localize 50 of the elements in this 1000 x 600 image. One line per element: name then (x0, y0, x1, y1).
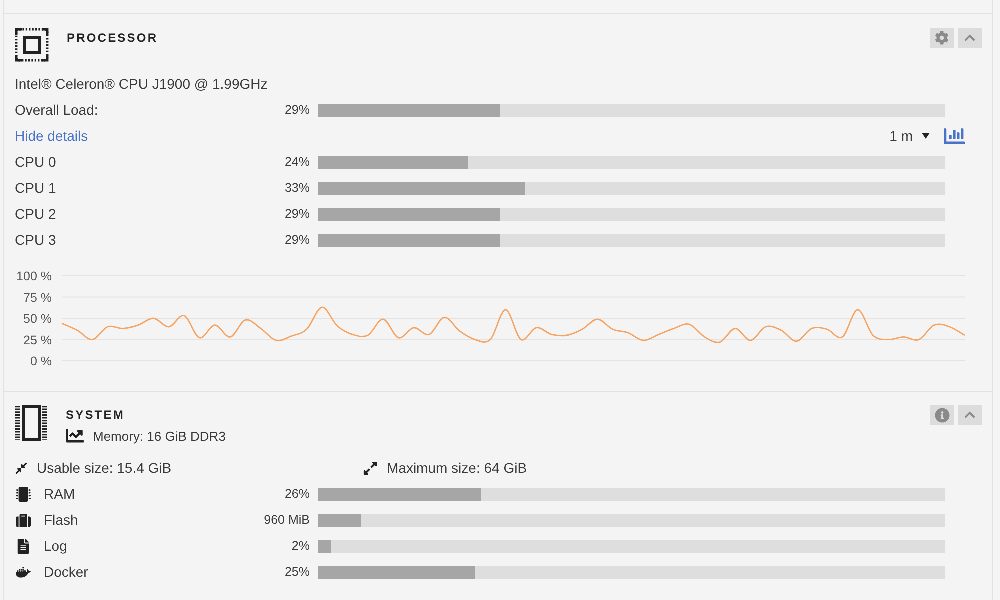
usage-reading: 960 MiB (263, 513, 310, 527)
whale-icon (16, 564, 30, 580)
settings-icon (935, 31, 949, 45)
collapse-button[interactable] (958, 405, 982, 425)
caret-down-icon (922, 133, 930, 139)
usage-reading: 2% (290, 539, 310, 553)
chevron-up-icon (964, 409, 976, 421)
usage-reading: 26% (284, 487, 310, 501)
y-axis-label: 50 % (24, 312, 52, 326)
y-axis-label: 25 % (24, 333, 52, 348)
memory-module-icon (15, 405, 48, 441)
memory-info: Memory: 16 GiB DDR3 (93, 428, 226, 444)
line-chart-icon (66, 427, 84, 445)
usage-reading: 29% (284, 233, 310, 247)
cpu-label: CPU 3 (15, 232, 58, 248)
y-axis-label: 0 % (30, 354, 52, 368)
usage-reading: 24% (284, 155, 310, 169)
usage-reading: 29% (284, 103, 310, 117)
cpu-label: CPU 2 (15, 206, 58, 222)
cpu-label: CPU 1 (15, 180, 58, 196)
storage-label: Log (44, 538, 68, 554)
usage-reading: 33% (284, 181, 310, 195)
storage-label: RAM (44, 486, 76, 502)
interval-select[interactable]: 1 m (890, 128, 930, 144)
storage-label: Flash (44, 512, 78, 528)
maximum-size: Maximum size: 64 GiB (387, 460, 528, 476)
panel-title: PROCESSOR (67, 30, 158, 46)
suitcase-icon (16, 512, 30, 528)
info-button[interactable] (930, 405, 954, 425)
expand-arrows-icon (363, 460, 378, 476)
usage-reading: 29% (284, 207, 310, 221)
collapse-button[interactable] (958, 28, 982, 48)
usable-size: Usable size: 15.4 GiB (37, 460, 172, 476)
chip-icon (16, 486, 30, 502)
document-icon (16, 538, 30, 554)
compress-arrows-icon (15, 462, 28, 474)
processor-icon (15, 28, 49, 62)
chevron-up-icon (964, 32, 976, 44)
y-axis-label: 100 % (16, 270, 52, 284)
storage-label: Docker (44, 564, 88, 580)
processor-model: Intel® Celeron® CPU J1900 @ 1.99GHz (15, 76, 268, 92)
cpu-label: CPU 0 (15, 154, 58, 170)
overall-load-label: Overall Load: (15, 102, 100, 118)
usage-reading: 25% (284, 565, 310, 579)
info-icon (934, 408, 950, 422)
y-axis-label: 75 % (24, 290, 52, 305)
panel-title: SYSTEM (66, 407, 126, 423)
settings-button[interactable] (930, 28, 954, 48)
hide-details-link[interactable]: Hide details (15, 128, 88, 144)
bar-chart-icon[interactable] (944, 126, 965, 146)
